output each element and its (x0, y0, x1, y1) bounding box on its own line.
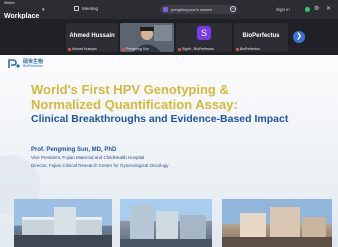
participant-tag-label: Signit - BioPerfectus (182, 47, 214, 51)
speaker-name: Prof. Pengming Sun, MD, PhD (31, 147, 117, 153)
participant-tag: Signit - BioPerfectus (178, 47, 214, 51)
slide-subtitle: Clinical Breakthroughs and Evidence-Base… (31, 113, 289, 125)
muted-mic-icon (122, 47, 125, 51)
meeting-label: Meeting (82, 6, 99, 11)
building-image (120, 205, 212, 247)
muted-mic-icon (178, 47, 181, 51)
company-logo: 硕世生物 BioPerfectus (8, 59, 43, 69)
slide-title: World's First HPV Genotyping & Normalize… (31, 82, 326, 126)
screen-share-indicator[interactable]: pengming.sun's screen – (160, 5, 238, 14)
muted-mic-icon (68, 47, 71, 51)
speaker-role: Vice President, Fujian Maternal and Chil… (31, 155, 145, 160)
minimize-share-icon[interactable]: – (230, 6, 236, 12)
top-bar: Webex Workplace ▾ Meeting pengming.sun's… (0, 0, 338, 20)
building-image (14, 207, 112, 247)
hospital-photos (0, 197, 338, 247)
participant-name: BioPerfectus (242, 33, 280, 39)
participant-tag-label: Pengming Sun (126, 47, 149, 51)
close-icon[interactable]: ✕ (326, 6, 331, 12)
hospital-photo (222, 199, 332, 247)
building-image (222, 207, 332, 247)
speaker-role: Director, Fujian Clinical Research Cente… (31, 163, 169, 168)
chevron-down-icon[interactable]: ▾ (42, 7, 45, 13)
participant-name: Ahmed Hussain (69, 33, 115, 39)
avatar: S (197, 26, 211, 40)
brand-small-label: Webex (4, 1, 15, 5)
slide-title-line2: Normalized Quantification Assay: (31, 97, 238, 112)
participant-strip: Ahmed Hussain Ahmed Hussain Pengming Sun… (0, 19, 338, 55)
muted-mic-icon (236, 47, 239, 51)
participant-tag-label: Ahmed Hussain (72, 47, 97, 51)
meeting-tab[interactable]: Meeting (74, 6, 98, 11)
next-participants-button[interactable]: ❯ (293, 31, 305, 43)
participant-tag: BioPerfectus (236, 47, 260, 51)
bioperfectus-logo-icon (8, 59, 20, 68)
logo-text-en: BioPerfectus (23, 63, 43, 68)
participant-tile[interactable]: Ahmed Hussain Ahmed Hussain (66, 23, 118, 52)
participant-tile[interactable]: S Signit - BioPerfectus (176, 23, 232, 52)
window-icon (74, 6, 79, 11)
participant-video-tile[interactable]: Pengming Sun (120, 23, 174, 52)
hospital-photo (120, 199, 212, 247)
shared-screen: 硕世生物 BioPerfectus World's First HPV Geno… (0, 55, 338, 247)
share-label: pengming.sun's screen (171, 7, 213, 12)
participant-tag: Pengming Sun (122, 47, 149, 51)
settings-icon[interactable]: ⚙ (314, 6, 319, 12)
hospital-photo (14, 199, 112, 247)
participant-tag: Ahmed Hussain (68, 47, 97, 51)
participant-tile[interactable]: BioPerfectus BioPerfectus (234, 23, 288, 52)
slide-title-line1: World's First HPV Genotyping & (31, 82, 229, 97)
share-icon (163, 7, 168, 12)
participant-tag-label: BioPerfectus (240, 47, 260, 51)
speaker-info: Prof. Pengming Sun, MD, PhD Vice Preside… (31, 147, 169, 169)
connection-status-icon[interactable] (305, 7, 310, 12)
sign-in-link[interactable]: Sign in (276, 7, 290, 12)
